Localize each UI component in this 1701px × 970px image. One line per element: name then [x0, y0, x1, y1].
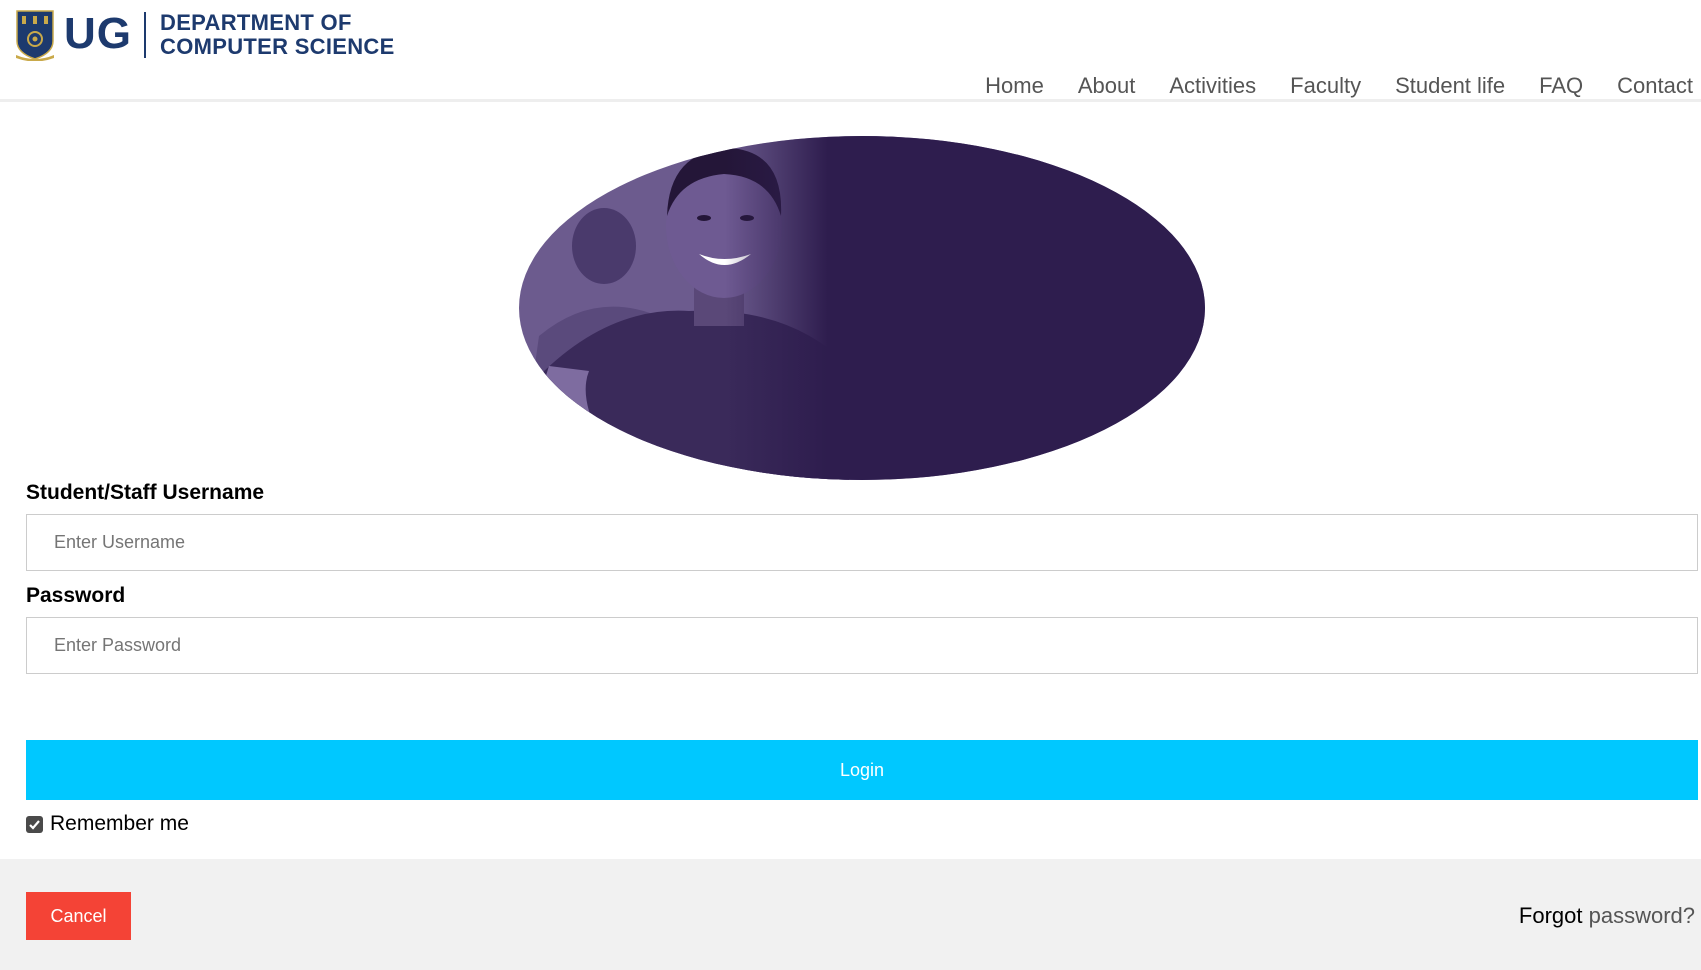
logo-department-name: DEPARTMENT OF COMPUTER SCIENCE [160, 11, 395, 59]
remember-me-label: Remember me [50, 812, 189, 835]
password-input[interactable] [26, 617, 1698, 674]
hero-avatar-image [519, 136, 1205, 480]
remember-me-checkbox[interactable] [26, 815, 43, 833]
form-footer: Cancel Forgot password? [0, 859, 1701, 970]
logo-line-2: COMPUTER SCIENCE [160, 34, 395, 59]
checkmark-icon [29, 819, 40, 830]
main-nav: Home About Activities Faculty Student li… [951, 72, 1693, 100]
site-header: UG DEPARTMENT OF COMPUTER SCIENCE Home A… [0, 0, 1701, 102]
crest-icon [16, 10, 54, 61]
logo-line-1: DEPARTMENT OF [160, 10, 352, 35]
nav-activities[interactable]: Activities [1169, 72, 1256, 100]
forgot-prefix: Forgot [1518, 903, 1583, 928]
logo-short: UG [64, 12, 146, 58]
forgot-password-link[interactable]: password? [1589, 903, 1695, 928]
nav-home[interactable]: Home [985, 72, 1044, 100]
login-button[interactable]: Login [26, 740, 1698, 800]
login-card: Student/Staff Username Password Login Re… [3, 102, 1701, 859]
nav-about[interactable]: About [1078, 72, 1136, 100]
site-logo[interactable]: UG DEPARTMENT OF COMPUTER SCIENCE [14, 8, 395, 62]
forgot-password: Forgot password? [1519, 903, 1695, 929]
nav-student-life[interactable]: Student life [1395, 72, 1505, 100]
nav-contact[interactable]: Contact [1617, 72, 1693, 100]
nav-faq[interactable]: FAQ [1539, 72, 1583, 100]
nav-faculty[interactable]: Faculty [1290, 72, 1361, 100]
remember-me: Remember me [26, 812, 189, 836]
username-label: Student/Staff Username [26, 481, 265, 504]
username-input[interactable] [26, 514, 1698, 571]
password-label: Password [26, 584, 126, 607]
cancel-button[interactable]: Cancel [26, 892, 131, 940]
